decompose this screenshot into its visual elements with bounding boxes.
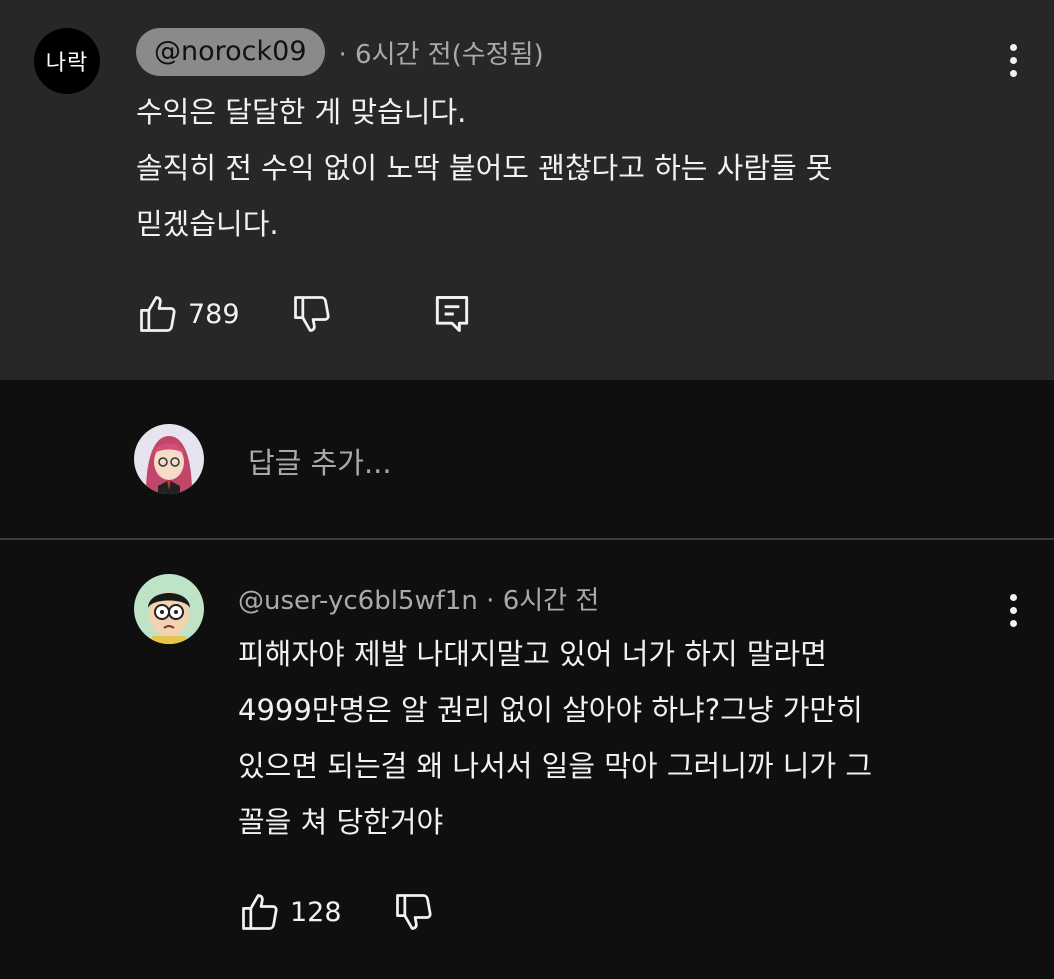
reply-line: 꼴을 쳐 당한거야 (238, 805, 444, 839)
reply-actions: 128 (238, 890, 436, 934)
more-options-icon[interactable] (1008, 44, 1018, 77)
reply-comment-icon[interactable] (430, 292, 474, 336)
like-button[interactable]: 789 (136, 292, 240, 336)
thumbs-down-icon[interactable] (392, 890, 436, 934)
reply-body: 피해자야 제발 나대지말고 있어 너가 하지 말라면 4999만명은 알 권리 … (238, 626, 872, 850)
like-button[interactable]: 128 (238, 890, 342, 934)
more-options-icon[interactable] (1008, 594, 1018, 627)
divider (0, 538, 1054, 540)
reply-line: 4999만명은 알 권리 없이 살아야 하냐?그냥 가만히 (238, 693, 863, 727)
reply-meta: @user-yc6bl5wf1n · 6시간 전 (238, 580, 599, 617)
thumbs-up-icon (242, 894, 278, 930)
thumbs-down-icon[interactable] (290, 292, 334, 336)
like-count: 789 (188, 298, 240, 330)
comment-line: 믿겠습니다. (136, 207, 279, 241)
thumbs-up-icon (140, 296, 176, 332)
reply-timestamp: · 6시간 전 (486, 586, 600, 616)
like-count: 128 (290, 896, 342, 928)
current-user-avatar (134, 424, 204, 494)
comment-line: 수익은 달달한 게 맞습니다. (136, 95, 467, 129)
comment-timestamp: · 6시간 전(수정됨) (338, 39, 544, 70)
avatar-text: 나락 (45, 51, 89, 76)
comment-body: 수익은 달달한 게 맞습니다. 솔직히 전 수익 없이 노딱 붙어도 괜찮다고 … (136, 84, 833, 252)
add-reply-input[interactable]: 답글 추가... (248, 440, 392, 482)
author-handle-badge[interactable]: @norock09 (136, 28, 325, 76)
reply-line: 있으면 되는걸 왜 나서서 일을 막아 그러니까 니가 그 (238, 749, 873, 783)
highlighted-comment: 나락 @norock09 · 6시간 전(수정됨) 수익은 달달한 게 맞습니다… (0, 0, 1054, 380)
comment-line: 솔직히 전 수익 없이 노딱 붙어도 괜찮다고 하는 사람들 못 (136, 151, 833, 185)
reply-author-handle[interactable]: @user-yc6bl5wf1n (238, 586, 478, 616)
reply-line: 피해자야 제발 나대지말고 있어 너가 하지 말라면 (238, 637, 827, 671)
avatar[interactable]: 나락 (34, 28, 100, 94)
comment-meta: @norock09 · 6시간 전(수정됨) (136, 28, 544, 76)
avatar[interactable] (134, 574, 204, 644)
comment-actions: 789 (136, 292, 474, 336)
